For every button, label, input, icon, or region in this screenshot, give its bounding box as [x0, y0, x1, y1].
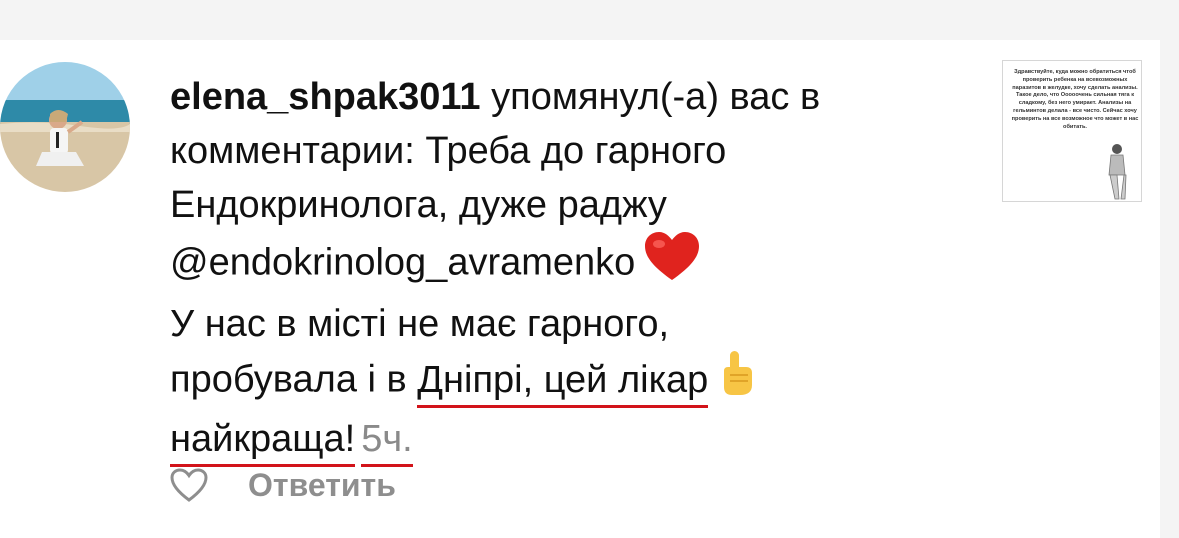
underlined-text-best: найкраща! — [170, 418, 356, 467]
red-heart-emoji-icon — [645, 232, 700, 297]
text-line-6: пробувала і в Дніпрі, цей лікар — [170, 351, 970, 412]
mention-text: упомянул(-а) вас в — [480, 76, 821, 118]
thumbnail-text: Здравствуйте, куда можно обратиться чтоб… — [1011, 69, 1139, 130]
actions-row: Ответить — [170, 465, 396, 505]
notification-text: elena_shpak3011 упомянул(-а) вас в комме… — [170, 70, 970, 467]
heart-outline-icon[interactable] — [170, 468, 208, 502]
pointing-up-emoji-icon — [718, 351, 754, 412]
text-line-5: У нас в місті не має гарного, — [170, 303, 670, 345]
text-line-1: elena_shpak3011 упомянул(-а) вас в — [170, 70, 970, 124]
avatar-beach-photo — [0, 62, 130, 192]
post-thumbnail[interactable]: Здравствуйте, куда можно обратиться чтоб… — [1002, 60, 1142, 202]
underlined-text-dnipro: Дніпрі, цей лікар — [417, 358, 709, 408]
text-line-3: Ендокринолога, дуже раджу — [170, 184, 667, 226]
notification-card[interactable]: elena_shpak3011 упомянул(-а) вас в комме… — [0, 40, 1160, 538]
reply-button[interactable]: Ответить — [248, 467, 396, 504]
person-figure-icon — [1108, 144, 1127, 200]
text-line-7: найкраща! 5ч. — [170, 412, 970, 467]
text-line-4: @endokrinolog_avramenko — [170, 232, 970, 297]
avatar[interactable] — [0, 62, 130, 192]
mentioned-account-link[interactable]: @endokrinolog_avramenko — [170, 242, 635, 284]
username-link[interactable]: elena_shpak3011 — [170, 76, 481, 118]
line6-plain: пробувала і в — [170, 358, 418, 401]
text-line-2: комментарии: Треба до гарного — [170, 130, 727, 172]
timestamp: 5ч. — [361, 418, 413, 467]
